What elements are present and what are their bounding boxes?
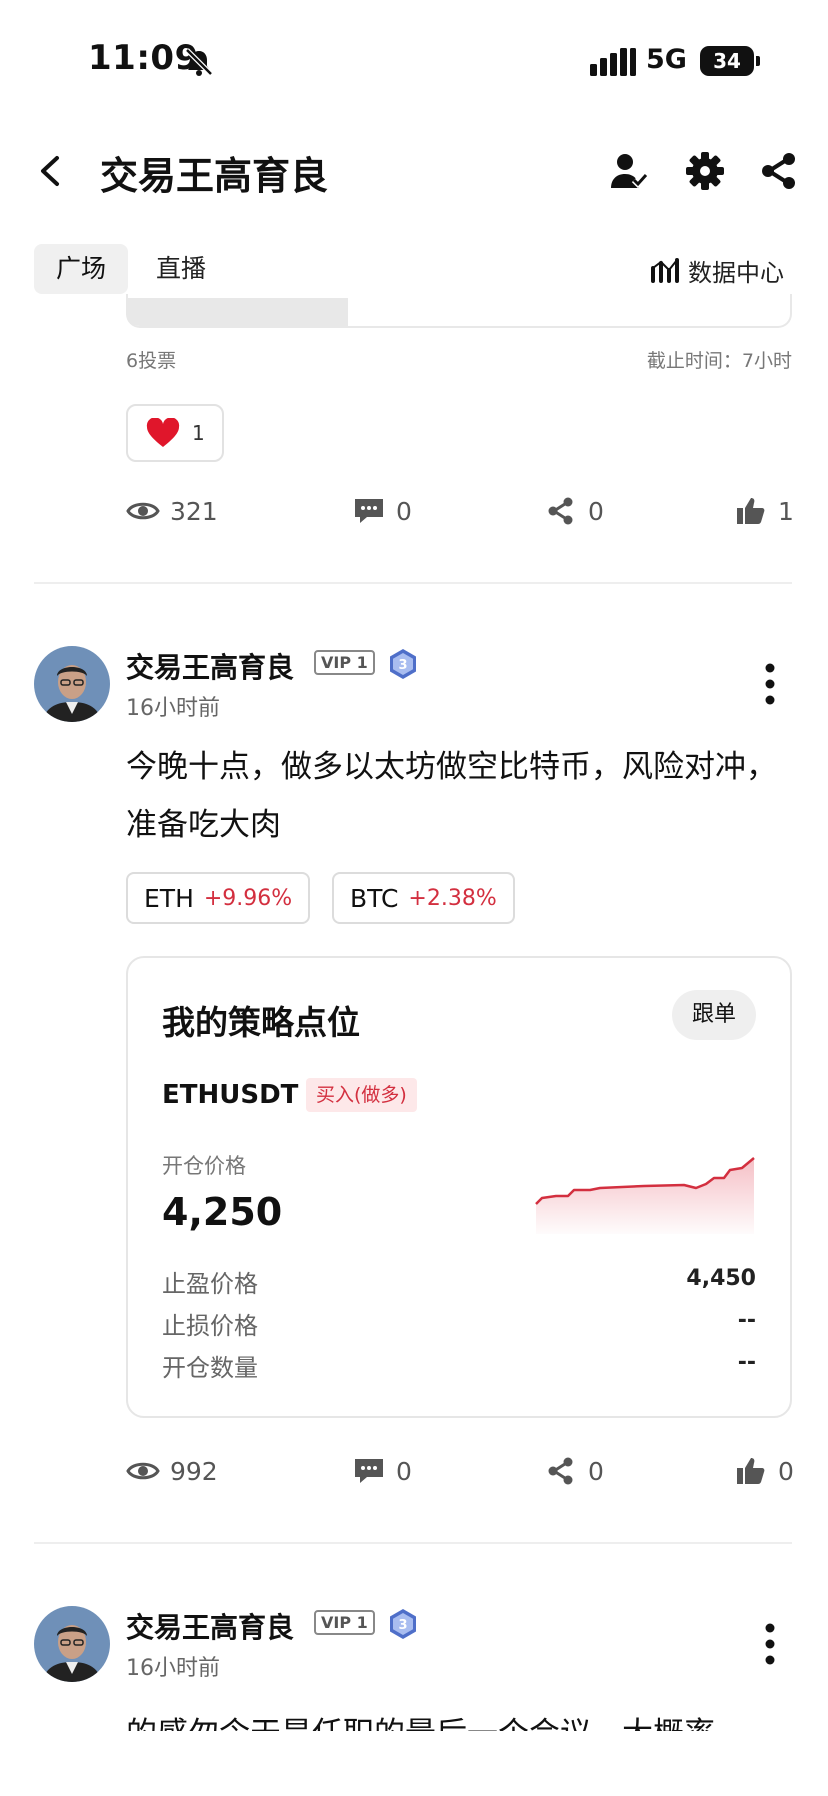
views-stat: 992 (126, 1456, 218, 1486)
level-number: 3 (398, 1618, 407, 1633)
back-icon[interactable] (30, 146, 70, 196)
user-follow-icon[interactable] (608, 150, 650, 192)
likes-count: 0 (778, 1456, 794, 1486)
shares-count: 0 (588, 1456, 604, 1486)
comment-icon (355, 1459, 383, 1483)
heart-count: 1 (192, 421, 205, 445)
eye-icon (126, 502, 160, 520)
avatar[interactable] (34, 646, 110, 722)
ticker-symbol: ETH (144, 883, 194, 913)
vip-badge: VIP 1 (314, 650, 375, 675)
trading-pair: ETHUSDT (162, 1080, 299, 1110)
data-center-button[interactable]: 数据中心 (650, 250, 784, 290)
quantity-label: 开仓数量 (162, 1354, 258, 1382)
more-options-icon[interactable] (764, 662, 776, 706)
shares-count: 0 (588, 496, 604, 526)
network-type: 5G (646, 44, 687, 75)
post-divider (34, 1542, 792, 1544)
follow-order-button[interactable]: 跟单 (672, 990, 756, 1040)
share-icon[interactable] (758, 150, 800, 192)
ticker-symbol: BTC (350, 883, 399, 913)
level-badge-icon: 3 (390, 649, 416, 679)
author-name[interactable]: 交易王高育良 (126, 646, 294, 686)
strategy-title: 我的策略点位 (162, 1003, 360, 1042)
bell-muted-icon (185, 48, 213, 76)
likes-count: 1 (778, 496, 794, 526)
open-price-value: 4,250 (162, 1190, 283, 1234)
views-stat: 321 (126, 496, 218, 526)
thumbs-up-icon (737, 498, 765, 524)
stop-loss-value: -- (737, 1308, 756, 1333)
level-number: 3 (398, 658, 407, 673)
level-badge-icon: 3 (390, 1609, 416, 1639)
ticker-chip-eth[interactable]: ETH +9.96% (126, 872, 311, 924)
comments-button[interactable]: 0 (352, 496, 412, 526)
heart-reaction-button[interactable]: 1 (126, 404, 224, 462)
page-title: 交易王高育良 (100, 154, 329, 198)
views-count: 321 (170, 496, 218, 526)
signal-icon (590, 48, 636, 76)
settings-icon[interactable] (684, 150, 726, 192)
poll-votes: 6投票 (126, 350, 177, 372)
comment-icon (355, 499, 383, 523)
tab-live[interactable]: 直播 (134, 244, 228, 294)
stop-loss-label: 止损价格 (162, 1312, 258, 1340)
heart-icon (146, 418, 180, 447)
comments-button[interactable]: 0 (352, 1456, 412, 1486)
share-post-button[interactable]: 0 (544, 496, 604, 526)
share-icon (548, 1457, 573, 1485)
post-body-text: 今晚十点，做多以太坊做空比特币，风险对冲，准备吃大肉 (126, 749, 777, 843)
like-button[interactable]: 0 (734, 1456, 794, 1486)
post-divider (34, 582, 792, 584)
ticker-change: +2.38% (408, 885, 497, 911)
position-side-tag: 买入(做多) (306, 1078, 417, 1112)
poll-progress-bar (126, 298, 348, 326)
more-options-icon[interactable] (764, 1622, 776, 1666)
post-time: 16小时前 (126, 696, 220, 721)
poll-deadline: 截止时间：7小时 (646, 350, 792, 372)
battery-icon: 34 (700, 46, 760, 76)
take-profit-label: 止盈价格 (162, 1270, 258, 1298)
chart-icon (651, 258, 679, 283)
ticker-change: +9.96% (203, 885, 293, 911)
battery-level: 34 (713, 49, 741, 73)
vip-badge: VIP 1 (314, 1610, 375, 1635)
thumbs-up-icon (737, 1458, 765, 1484)
price-sparkline (535, 1157, 755, 1234)
post-body-text: 的感勿令天是任职的最后一个会议，大概率 (126, 1705, 792, 1731)
eye-icon (126, 1462, 160, 1480)
avatar[interactable] (34, 1606, 110, 1682)
views-count: 992 (170, 1456, 218, 1486)
status-time: 11:09 (88, 38, 199, 78)
data-center-label: 数据中心 (688, 258, 784, 287)
tab-square[interactable]: 广场 (34, 244, 129, 294)
ticker-chip-btc[interactable]: BTC +2.38% (332, 872, 515, 924)
comments-count: 0 (396, 496, 412, 526)
author-name[interactable]: 交易王高育良 (126, 1606, 294, 1646)
post-time: 16小时前 (126, 1656, 220, 1681)
open-price-label: 开仓价格 (162, 1154, 246, 1178)
share-post-button[interactable]: 0 (544, 1456, 604, 1486)
quantity-value: -- (737, 1350, 756, 1375)
like-button[interactable]: 1 (734, 496, 794, 526)
comments-count: 0 (396, 1456, 412, 1486)
share-icon (548, 497, 573, 525)
take-profit-value: 4,450 (686, 1266, 756, 1291)
